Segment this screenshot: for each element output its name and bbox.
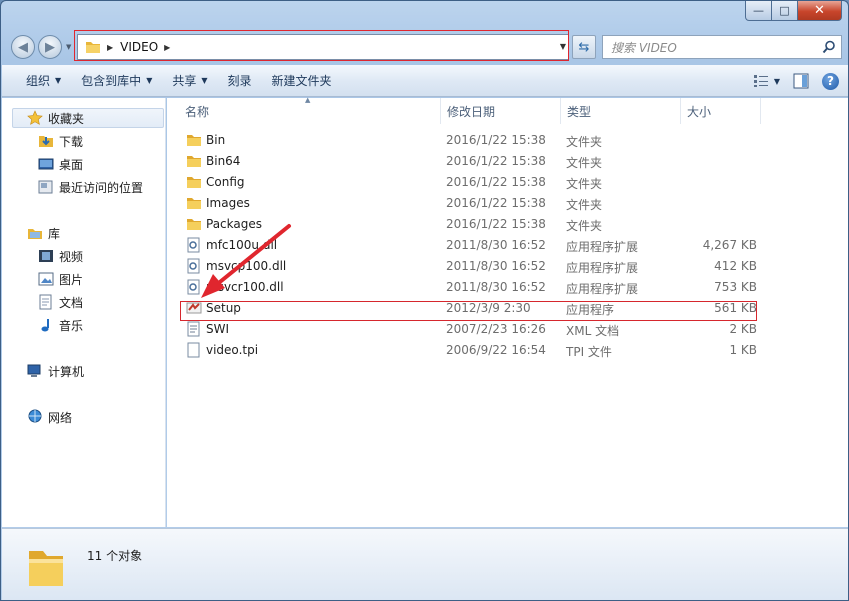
computer-icon (27, 364, 41, 377)
search-icon[interactable] (822, 40, 836, 54)
breadcrumb-separator-icon[interactable]: ▶ (164, 43, 170, 52)
sidebar-label: 收藏夹 (48, 111, 85, 126)
sidebar-label: 库 (48, 226, 61, 241)
explorer-window: — □ ✕ ◀ ▶ ▼ ▶ VIDEO ▶ ▼ ⇆ 搜索 VIDEO 组织 ▼ … (0, 0, 849, 601)
navigation-pane: 收藏夹 下载 桌面 最近访问的位置 库 视频 图片 文档 音乐 计算机 网络 (2, 98, 166, 527)
sidebar-item-desktop[interactable]: 桌面 (38, 154, 83, 174)
chevron-down-icon: ▼ (146, 76, 153, 85)
sidebar-item-network[interactable]: 网络 (27, 407, 72, 427)
sidebar-label: 最近访问的位置 (59, 180, 144, 195)
large-folder-icon (29, 551, 63, 586)
back-arrow-icon: ◀ (18, 39, 28, 55)
sidebar-label: 网络 (48, 410, 73, 425)
sidebar-item-recent[interactable]: 最近访问的位置 (38, 177, 143, 197)
item-count: 11 个对象 (87, 549, 143, 563)
desktop-icon (38, 158, 54, 170)
recent-places-icon (38, 180, 53, 194)
toolbar-right-group: ▼ ? (750, 70, 839, 92)
share-label: 共享 (172, 74, 197, 88)
sidebar-item-videos[interactable]: 视频 (38, 246, 83, 266)
close-button[interactable]: ✕ (798, 1, 842, 21)
forward-arrow-icon: ▶ (45, 39, 55, 55)
file-list: ▲ 名称 修改日期 类型 大小 Bin 2016/1/22 15:38 文件夹 Bin… (167, 96, 848, 527)
minimize-button[interactable]: — (745, 1, 772, 21)
burn-label: 刻录 (227, 74, 252, 88)
view-options-chevron-icon[interactable]: ▼ (774, 77, 780, 86)
help-button[interactable]: ? (822, 72, 839, 90)
network-icon (28, 409, 42, 423)
include-in-library-menu[interactable]: 包含到库中 ▼ (71, 69, 162, 93)
preview-pane-button[interactable] (790, 70, 812, 92)
sidebar-item-computer[interactable]: 计算机 (27, 361, 84, 381)
sidebar-item-documents[interactable]: 文档 (38, 292, 83, 312)
annotation-arrow-icon (201, 224, 291, 298)
organize-menu[interactable]: 组织 ▼ (16, 69, 71, 93)
sidebar-label: 图片 (59, 272, 84, 287)
star-icon (27, 110, 43, 125)
address-dropdown-icon[interactable]: ▼ (560, 42, 566, 51)
search-box[interactable]: 搜索 VIDEO (602, 35, 842, 59)
include-library-label: 包含到库中 (81, 74, 142, 88)
details-pane: 11 个对象 (2, 528, 848, 600)
sidebar-label: 计算机 (48, 364, 85, 379)
chevron-down-icon: ▼ (55, 76, 62, 85)
back-button[interactable]: ◀ (11, 35, 35, 59)
forward-button[interactable]: ▶ (38, 35, 62, 59)
navigation-bar: ◀ ▶ ▼ ▶ VIDEO ▶ ▼ ⇆ 搜索 VIDEO (1, 30, 848, 63)
sidebar-label: 视频 (59, 249, 84, 264)
new-folder-button[interactable]: 新建文件夹 (262, 69, 342, 93)
organize-label: 组织 (26, 74, 51, 88)
music-library-icon (41, 319, 49, 332)
recent-pages-dropdown[interactable]: ▼ (66, 43, 71, 51)
command-toolbar: 组织 ▼ 包含到库中 ▼ 共享 ▼ 刻录 新建文件夹 ▼ ? (2, 65, 848, 97)
share-menu[interactable]: 共享 ▼ (162, 69, 217, 93)
sidebar-item-pictures[interactable]: 图片 (38, 269, 83, 289)
preview-pane-icon (793, 73, 809, 89)
downloads-folder-icon (39, 136, 53, 147)
sidebar-item-favorites[interactable]: 收藏夹 (12, 108, 164, 128)
documents-library-icon (39, 294, 52, 310)
sidebar-label: 桌面 (59, 157, 84, 172)
view-details-icon (753, 75, 768, 87)
sidebar-item-libraries[interactable]: 库 (27, 223, 60, 243)
address-bar[interactable]: ▶ VIDEO ▶ ▼ (77, 34, 569, 60)
video-library-icon (39, 250, 53, 262)
burn-button[interactable]: 刻录 (218, 69, 262, 93)
sidebar-label: 文档 (59, 295, 84, 310)
sidebar-item-downloads[interactable]: 下载 (38, 131, 83, 151)
pictures-library-icon (38, 272, 54, 286)
caption-buttons: — □ ✕ (745, 1, 842, 21)
breadcrumb-separator-icon[interactable]: ▶ (107, 43, 113, 52)
sidebar-label: 下载 (59, 134, 84, 149)
folder-icon (86, 42, 100, 53)
refresh-icon: ⇆ (578, 39, 590, 55)
change-view-button[interactable] (750, 70, 772, 92)
sidebar-item-music[interactable]: 音乐 (38, 315, 83, 335)
library-icon (28, 229, 42, 239)
chevron-down-icon: ▼ (201, 76, 208, 85)
refresh-button[interactable]: ⇆ (572, 35, 596, 59)
new-folder-label: 新建文件夹 (271, 74, 332, 88)
sidebar-label: 音乐 (59, 318, 84, 333)
breadcrumb-video[interactable]: VIDEO (120, 40, 158, 54)
search-placeholder: 搜索 VIDEO (611, 40, 677, 55)
maximize-button[interactable]: □ (772, 1, 798, 21)
